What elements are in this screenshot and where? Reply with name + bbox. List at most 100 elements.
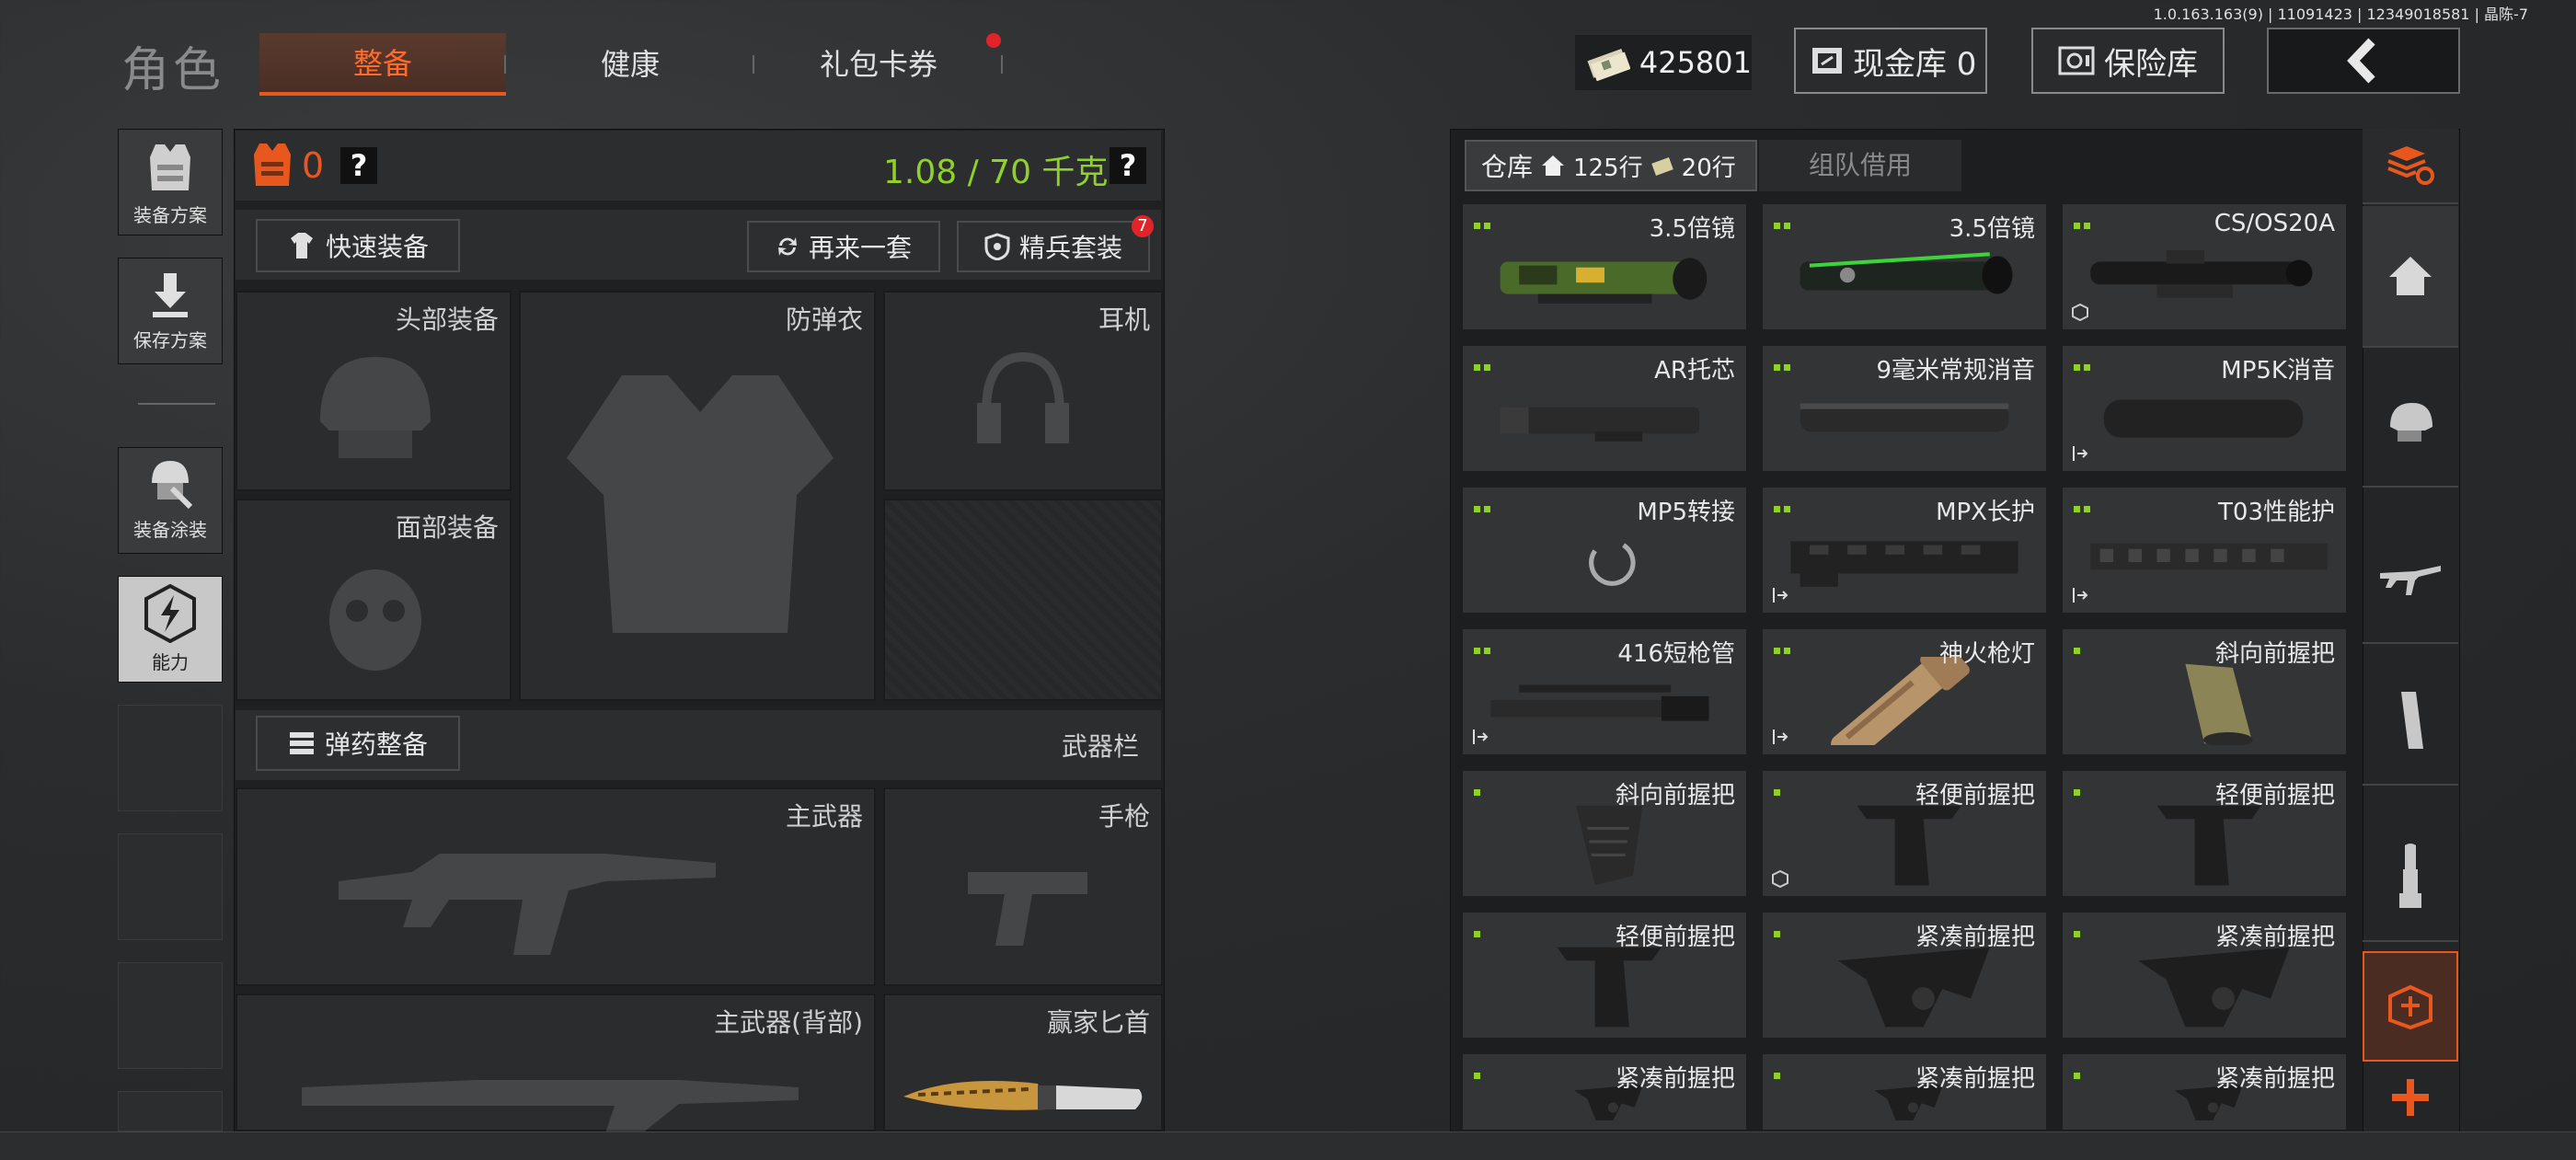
- refresh-icon: [777, 237, 797, 256]
- inventory-item[interactable]: 3.5倍镜: [1461, 202, 1748, 331]
- tab-divider: [1001, 55, 1003, 74]
- tab-gift-label: 礼包卡券: [819, 47, 937, 82]
- slot-label: 防弹衣: [785, 304, 863, 335]
- inventory-item[interactable]: 紧凑前握把: [2061, 911, 2348, 1039]
- inventory-item[interactable]: 紧凑前握把: [1461, 1052, 1748, 1131]
- rarity-dots: [1474, 640, 1494, 654]
- primary-back-slot[interactable]: 主武器(背部): [236, 993, 876, 1133]
- primary-weapon-slot[interactable]: 主武器: [236, 787, 876, 986]
- armor-slot[interactable]: 防弹衣: [519, 291, 876, 701]
- inventory-item[interactable]: MP5转接: [1461, 486, 1748, 614]
- ammo-list-icon: [289, 732, 314, 754]
- inventory-item[interactable]: CS/OS20A: [2061, 202, 2348, 331]
- inventory-item[interactable]: AR托芯: [1461, 344, 1748, 473]
- back-button[interactable]: [2267, 28, 2460, 94]
- sidebar-item-paint[interactable]: 装备涂装: [118, 447, 223, 554]
- inventory-item[interactable]: MPX长护: [1761, 486, 2048, 614]
- sidebar-item-save-plan[interactable]: 保存方案: [118, 258, 223, 364]
- quick-equip-button[interactable]: 快速装备: [256, 219, 460, 272]
- slot-label: 主武器(背部): [714, 1007, 863, 1038]
- inventory-item[interactable]: 416短枪管: [1461, 627, 1748, 756]
- vest-icon: [150, 144, 190, 190]
- lightning-icon: [144, 583, 196, 644]
- exit-icon: [1470, 727, 1490, 747]
- headset-ghost-icon: [977, 351, 1069, 443]
- rarity-dots: [1774, 357, 1794, 371]
- notification-dot: [986, 33, 1001, 48]
- safe-label: 保险库: [2104, 45, 2198, 83]
- inventory-item[interactable]: 9毫米常规消音: [1761, 344, 2048, 473]
- tab-equip[interactable]: 整备: [259, 33, 506, 96]
- inventory-item[interactable]: 紧凑前握把: [2061, 1052, 2348, 1131]
- rail-add[interactable]: [2363, 1063, 2458, 1131]
- ammo-equip-button[interactable]: 弹药整备: [256, 716, 460, 771]
- tab-gift[interactable]: 礼包卡券: [764, 33, 994, 96]
- inventory-item[interactable]: MP5K消音: [2061, 344, 2348, 473]
- weight-value: 1.08 / 70 千克: [883, 154, 1109, 191]
- sidebar-empty-slot: [118, 962, 223, 1069]
- inventory-item[interactable]: 轻便前握把: [1761, 769, 2048, 898]
- inventory-item[interactable]: 斜向前握把: [2061, 627, 2348, 756]
- again-button[interactable]: 再来一套: [747, 221, 940, 272]
- item-name: T03性能护: [2218, 499, 2335, 526]
- sidebar-empty-slot: [118, 1091, 223, 1131]
- armor-help-icon[interactable]: ?: [340, 147, 377, 184]
- tab-health[interactable]: 健康: [515, 33, 745, 96]
- knife-art: [903, 1081, 1143, 1110]
- rail-home[interactable]: [2363, 206, 2458, 348]
- sidebar-item-loadout-plan[interactable]: 装备方案: [118, 129, 223, 235]
- inventory-item[interactable]: 紧凑前握把: [1761, 1052, 2048, 1131]
- sidebar-item-ability[interactable]: 能力: [118, 576, 223, 683]
- head-slot[interactable]: 头部装备: [236, 291, 512, 491]
- item-image: [2081, 373, 2328, 462]
- slot-label: 耳机: [1098, 304, 1150, 335]
- rail-stack-refresh[interactable]: [2363, 129, 2458, 204]
- inventory-item[interactable]: T03性能护: [2061, 486, 2348, 614]
- item-image: [2081, 232, 2328, 320]
- cash-vault-button[interactable]: 现金库 0: [1794, 28, 1987, 94]
- item-name: 斜向前握把: [2214, 640, 2335, 668]
- tab-health-label: 健康: [600, 47, 660, 82]
- rail-rifle[interactable]: [2363, 515, 2458, 644]
- vault-icon: [1812, 48, 1842, 74]
- inventory-item[interactable]: 轻便前握把: [1461, 911, 1748, 1039]
- item-name: MPX长护: [1936, 499, 2035, 526]
- rarity-dots: [1774, 640, 1794, 654]
- item-name: 3.5倍镜: [1649, 215, 1735, 243]
- helmet-ghost-icon: [320, 357, 431, 458]
- tab-equip-label: 整备: [352, 46, 412, 81]
- elite-button[interactable]: 精兵套装: [957, 221, 1150, 272]
- item-name: 神火枪灯: [1938, 640, 2035, 668]
- rail-medkit[interactable]: [2363, 951, 2458, 1062]
- pistol-slot[interactable]: 手枪: [883, 787, 1163, 986]
- tab-team-borrow[interactable]: 组队借用: [1759, 140, 1961, 191]
- tab-warehouse[interactable]: 仓库 125行 20行: [1465, 140, 1757, 191]
- item-name: 紧凑前握把: [1915, 1065, 2035, 1093]
- rail-helmet[interactable]: [2363, 359, 2458, 488]
- tab-warehouse-label: 仓库: [1481, 152, 1534, 182]
- cash-icon: [1587, 48, 1630, 81]
- inventory-item[interactable]: 神火枪灯: [1761, 627, 2048, 764]
- rarity-dots: [2074, 499, 2094, 512]
- weight-help-icon[interactable]: ?: [1110, 147, 1146, 184]
- safe-button[interactable]: 保险库: [2031, 28, 2225, 94]
- headset-slot[interactable]: 耳机: [883, 291, 1163, 491]
- inventory-item[interactable]: 轻便前握把: [2061, 769, 2348, 898]
- tab-team-borrow-label: 组队借用: [1808, 150, 1912, 180]
- currency-display: 425801: [1575, 35, 1752, 90]
- knife-slot[interactable]: 赢家匕首: [883, 993, 1163, 1131]
- face-slot[interactable]: 面部装备: [236, 499, 512, 701]
- inventory-item[interactable]: 斜向前握把: [1461, 769, 1748, 898]
- item-image: [1781, 639, 2028, 764]
- rail-ammo[interactable]: [2363, 813, 2458, 942]
- item-image: [1781, 232, 2028, 320]
- exit-icon: [2070, 443, 2090, 464]
- rail-magazine[interactable]: [2363, 657, 2458, 786]
- rarity-dots: [1774, 499, 1794, 512]
- item-name: 3.5倍镜: [1949, 215, 2035, 243]
- rarity-dots: [2074, 357, 2094, 371]
- inventory-item[interactable]: 紧凑前握把: [1761, 911, 2048, 1039]
- inventory-item[interactable]: 3.5倍镜: [1761, 202, 2048, 331]
- item-name: 轻便前握把: [1915, 782, 2035, 810]
- item-name: MP5转接: [1637, 499, 1735, 526]
